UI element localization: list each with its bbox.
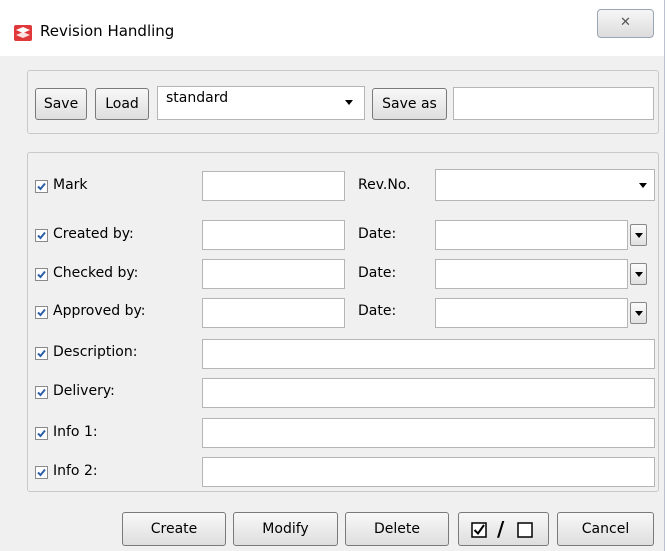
created-date-label: Date: <box>358 226 397 242</box>
rev-no-label: Rev.No. <box>358 177 411 193</box>
close-icon: ✕ <box>620 15 631 30</box>
checkmark-icon <box>37 308 46 317</box>
approved-date-input[interactable] <box>435 298 628 328</box>
checkmark-icon <box>37 182 46 191</box>
mark-checkbox[interactable] <box>35 180 48 193</box>
checkmark-icon <box>37 388 46 397</box>
chevron-down-icon <box>635 233 643 238</box>
window-title: Revision Handling <box>40 22 175 40</box>
created-by-label: Created by: <box>53 226 134 242</box>
info2-checkbox[interactable] <box>35 466 48 479</box>
chevron-down-icon <box>635 272 643 277</box>
approved-date-label: Date: <box>358 303 397 319</box>
mark-label: Mark <box>53 177 88 193</box>
approved-by-input[interactable] <box>202 298 345 328</box>
checkmark-icon <box>37 429 46 438</box>
load-button[interactable]: Load <box>95 88 149 120</box>
info2-input[interactable] <box>202 457 655 487</box>
approved-by-label: Approved by: <box>53 303 146 319</box>
title-bar: Revision Handling ✕ <box>0 0 664 56</box>
mark-input[interactable] <box>202 171 345 201</box>
profile-select[interactable]: standard <box>157 86 365 120</box>
delivery-input[interactable] <box>202 378 655 408</box>
checkmark-icon <box>37 468 46 477</box>
description-checkbox[interactable] <box>35 347 48 360</box>
description-input[interactable] <box>202 339 655 369</box>
created-date-picker-button[interactable] <box>630 224 647 246</box>
checked-date-input[interactable] <box>435 259 628 289</box>
checkmark-icon <box>37 231 46 240</box>
cancel-button[interactable]: Cancel <box>557 512 654 546</box>
checked-date-picker-button[interactable] <box>630 263 647 285</box>
checkmark-icon <box>37 349 46 358</box>
created-date-input[interactable] <box>435 220 628 250</box>
chevron-down-icon <box>635 311 643 316</box>
delete-button[interactable]: Delete <box>345 512 449 546</box>
info1-input[interactable] <box>202 418 655 448</box>
info1-checkbox[interactable] <box>35 427 48 440</box>
approved-date-picker-button[interactable] <box>630 302 647 324</box>
app-logo-icon <box>14 25 32 41</box>
approved-by-checkbox[interactable] <box>35 306 48 319</box>
created-by-input[interactable] <box>202 220 345 250</box>
info2-label: Info 2: <box>53 463 98 479</box>
toggle-all-checkboxes-button[interactable]: / <box>458 512 549 546</box>
create-button[interactable]: Create <box>122 512 226 546</box>
delivery-checkbox[interactable] <box>35 386 48 399</box>
checked-by-checkbox[interactable] <box>35 268 48 281</box>
revision-handling-dialog: Revision Handling ✕ Save Load standard S… <box>0 0 665 551</box>
created-by-checkbox[interactable] <box>35 229 48 242</box>
checked-box-icon <box>471 522 487 538</box>
close-button[interactable]: ✕ <box>597 9 654 38</box>
chevron-down-icon <box>345 100 353 105</box>
checkmark-icon <box>37 270 46 279</box>
checked-by-label: Checked by: <box>53 265 139 281</box>
chevron-down-icon <box>639 183 647 188</box>
checked-by-input[interactable] <box>202 259 345 289</box>
empty-box-icon <box>517 522 533 538</box>
delivery-label: Delivery: <box>53 383 115 399</box>
checked-date-label: Date: <box>358 265 397 281</box>
save-as-name-input[interactable] <box>453 87 654 120</box>
profile-select-value: standard <box>166 90 229 106</box>
info1-label: Info 1: <box>53 424 98 440</box>
save-as-button[interactable]: Save as <box>372 88 447 120</box>
description-label: Description: <box>53 344 138 360</box>
toggle-separator: / <box>497 517 505 541</box>
save-button[interactable]: Save <box>35 88 87 120</box>
rev-no-select[interactable] <box>435 169 655 201</box>
modify-button[interactable]: Modify <box>233 512 338 546</box>
